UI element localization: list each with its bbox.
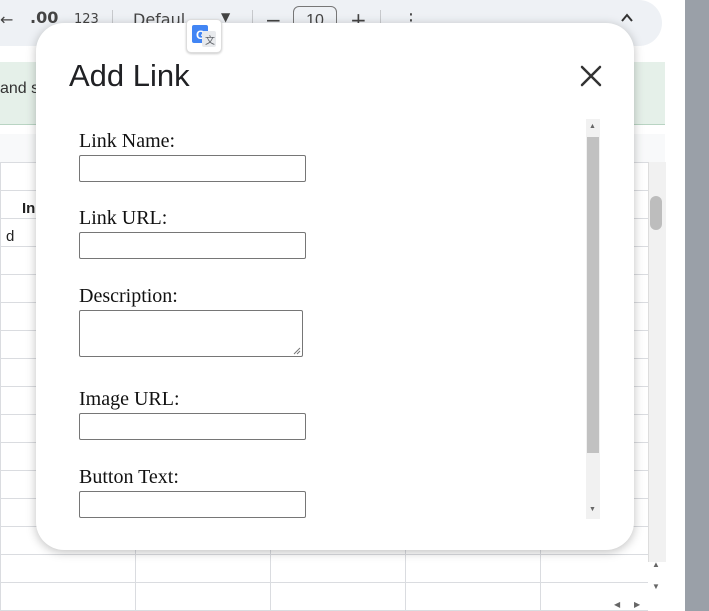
window-edge: [685, 0, 709, 611]
scroll-right-icon[interactable]: ▶: [634, 600, 640, 609]
link-name-input[interactable]: [79, 155, 306, 182]
banner-text: and s: [0, 80, 40, 97]
link-url-label: Link URL:: [79, 207, 168, 229]
dialog-title: Add Link: [69, 58, 190, 93]
link-url-input[interactable]: [79, 232, 306, 259]
dialog-scrollbar-thumb[interactable]: [587, 137, 599, 453]
sheet-scrollbar-thumb[interactable]: [650, 196, 662, 230]
svg-text:文: 文: [205, 34, 215, 47]
dialog-scroll-down-icon[interactable]: ▼: [589, 506, 596, 513]
chevron-down-icon[interactable]: ▼: [221, 10, 230, 24]
description-label: Description:: [79, 285, 178, 307]
image-url-input[interactable]: [79, 413, 306, 440]
cell-value[interactable]: d: [6, 228, 14, 245]
button-text-label: Button Text:: [79, 466, 179, 488]
scroll-left-icon[interactable]: ◀: [614, 600, 620, 609]
google-translate-icon[interactable]: G 文: [186, 19, 222, 53]
link-name-label: Link Name:: [79, 130, 176, 152]
close-icon[interactable]: [578, 63, 604, 89]
scroll-down-icon[interactable]: ▼: [652, 582, 660, 591]
image-url-label: Image URL:: [79, 388, 180, 410]
scroll-up-icon[interactable]: ▲: [652, 560, 660, 569]
add-link-dialog: Add Link Link Name: Link URL: Descriptio…: [36, 23, 634, 550]
dialog-scroll-up-icon[interactable]: ▲: [589, 123, 596, 130]
description-textarea[interactable]: [79, 310, 303, 357]
button-text-input[interactable]: [79, 491, 306, 518]
link-form: Link Name: Link URL: Description: Image …: [79, 120, 587, 518]
header-cell[interactable]: In: [22, 200, 35, 217]
resize-grip-icon[interactable]: [293, 347, 301, 355]
decimal-decrease-icon[interactable]: ←: [0, 10, 13, 29]
